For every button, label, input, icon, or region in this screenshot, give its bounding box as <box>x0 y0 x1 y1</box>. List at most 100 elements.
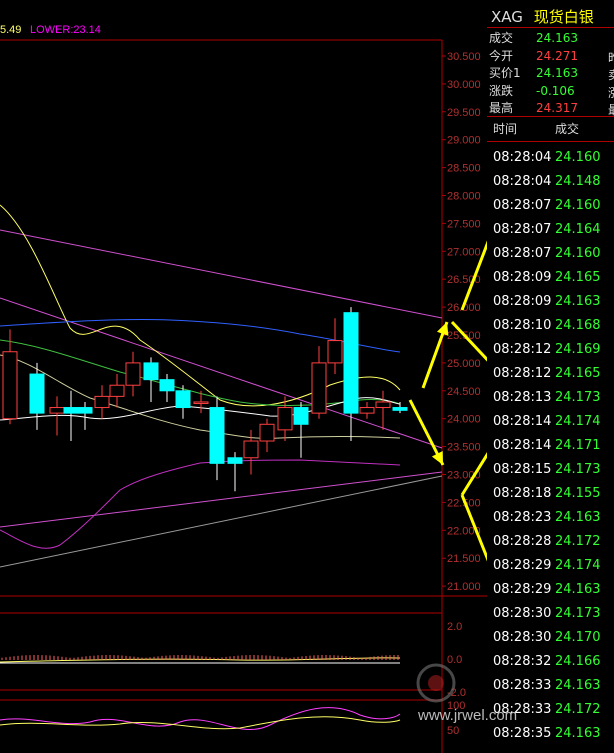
tick-row: 08:28:04 24.160 <box>493 146 601 170</box>
tick-time: 08:28:30 <box>493 630 552 645</box>
candle-body <box>63 407 79 414</box>
macd-axis-label: 2.0 <box>447 621 462 633</box>
quote-row: 今开 24.271 <box>489 47 578 65</box>
tick-price: 24.168 <box>555 318 601 333</box>
tick-price: 24.174 <box>555 558 601 573</box>
tick-time: 08:28:15 <box>493 462 552 477</box>
indicator-lower-label: LOWER:23.14 <box>30 24 101 36</box>
tick-row: 08:28:07 24.160 <box>493 242 601 266</box>
symbol-name: 现货白银 <box>533 8 594 26</box>
tick-row: 08:28:14 24.174 <box>493 410 601 434</box>
quote-cut-label: 昨 <box>608 49 614 66</box>
tick-price: 24.163 <box>555 582 601 597</box>
candle-body <box>293 407 309 425</box>
tick-time: 08:28:14 <box>493 438 552 453</box>
arrow-head <box>436 322 449 336</box>
kdj-k-line <box>0 707 401 730</box>
quote-row: 成交 24.163 <box>489 29 578 47</box>
candle-body <box>209 407 225 464</box>
tick-row: 08:28:10 24.168 <box>493 314 601 338</box>
tick-row: 08:28:07 24.164 <box>493 218 601 242</box>
tick-header-time: 时间 <box>493 122 518 136</box>
tick-time: 08:28:10 <box>493 318 552 333</box>
tick-price: 24.173 <box>555 390 601 405</box>
tick-time: 08:28:07 <box>493 222 552 237</box>
support-line <box>0 471 443 528</box>
candle-body <box>243 440 259 459</box>
ma-fast-line <box>0 204 401 407</box>
candle-body <box>109 384 125 397</box>
quote-cut-label: 卖 <box>608 66 614 83</box>
quote-cut-label: 涨 <box>608 84 614 101</box>
price-axis-label: 25.000 <box>447 358 481 370</box>
annotation-arrow <box>460 452 487 496</box>
tick-time: 08:28:13 <box>493 390 552 405</box>
quote-key: 涨跌 <box>489 83 514 98</box>
watermark: www.jrwel.com <box>398 655 613 750</box>
tick-row: 08:28:29 24.174 <box>493 554 601 578</box>
tick-time: 08:28:07 <box>493 198 552 213</box>
candle-body <box>375 401 391 409</box>
candle-body <box>343 312 359 414</box>
tick-price: 24.165 <box>555 270 601 285</box>
candle-body <box>77 407 93 414</box>
candle-body <box>193 401 209 404</box>
candle-body <box>29 373 45 414</box>
candle-body <box>311 362 327 414</box>
tick-row: 08:28:28 24.172 <box>493 530 601 554</box>
candle-body <box>143 362 159 381</box>
candle-body <box>359 407 375 414</box>
tick-header: 时间 成交 <box>487 118 614 140</box>
quote-key: 买价1 <box>489 66 521 80</box>
tick-price: 24.173 <box>555 462 601 477</box>
quote-value: 24.317 <box>536 101 578 115</box>
price-axis-label: 28.500 <box>447 163 481 175</box>
jinrongjie-logo-icon <box>416 663 456 703</box>
tick-time: 08:28:09 <box>493 270 552 285</box>
quote-panel: XAG 现货白银 成交 24.163 今开 24.271 昨买价1 24.163 卖涨跌 -0… <box>487 0 614 753</box>
tick-row: 08:28:09 24.163 <box>493 290 601 314</box>
tick-time: 08:28:12 <box>493 366 552 381</box>
tick-header-price: 成交 <box>555 122 580 136</box>
quote-value: 24.163 <box>536 66 578 80</box>
price-chart[interactable]: 30.500 30.000 29.500 29.000 28.500 28.000 27.5… <box>0 0 487 753</box>
tick-row: 08:28:18 24.155 <box>493 482 601 506</box>
price-axis-label: 30.000 <box>447 79 481 91</box>
quote-key: 成交 <box>489 31 514 45</box>
symbol-header: XAG 现货白银 <box>491 6 594 27</box>
tick-row: 08:28:30 24.170 <box>493 626 601 650</box>
quote-row: 最高 24.317 <box>489 99 578 117</box>
tick-time: 08:28:04 <box>493 174 552 189</box>
quote-row: 买价1 24.163 <box>489 64 578 82</box>
tick-row: 08:28:12 24.165 <box>493 362 601 386</box>
tick-price: 24.163 <box>555 510 601 525</box>
candle-body <box>259 423 275 442</box>
tick-time: 08:28:14 <box>493 414 552 429</box>
tick-time: 08:28:23 <box>493 510 552 525</box>
quote-row: 涨跌 -0.106 <box>489 82 575 100</box>
quote-key: 最高 <box>489 101 514 115</box>
tick-row: 08:28:14 24.171 <box>493 434 601 458</box>
quote-key: 今开 <box>489 48 514 63</box>
candle-body <box>125 362 141 386</box>
tick-row: 08:28:07 24.160 <box>493 194 601 218</box>
candle-body <box>94 395 110 409</box>
ma-slow-line <box>0 354 401 439</box>
tick-time: 08:28:29 <box>493 582 552 597</box>
candle-body <box>327 340 343 364</box>
tick-price: 24.169 <box>555 342 601 357</box>
tick-time: 08:28:07 <box>493 246 552 261</box>
candle-body <box>227 457 243 464</box>
tick-price: 24.155 <box>555 486 601 501</box>
quote-value: 24.163 <box>536 31 578 45</box>
tick-row: 08:28:30 24.173 <box>493 602 601 626</box>
tick-price: 24.160 <box>555 246 601 261</box>
price-axis-label: 21.000 <box>447 581 481 593</box>
tick-time: 08:28:30 <box>493 606 552 621</box>
symbol-code: XAG <box>491 8 523 26</box>
trendline-upper <box>0 229 443 319</box>
tick-time: 08:28:18 <box>493 486 552 501</box>
price-axis-label: 21.500 <box>447 553 481 565</box>
tick-price: 24.163 <box>555 294 601 309</box>
candle-body <box>175 390 191 409</box>
